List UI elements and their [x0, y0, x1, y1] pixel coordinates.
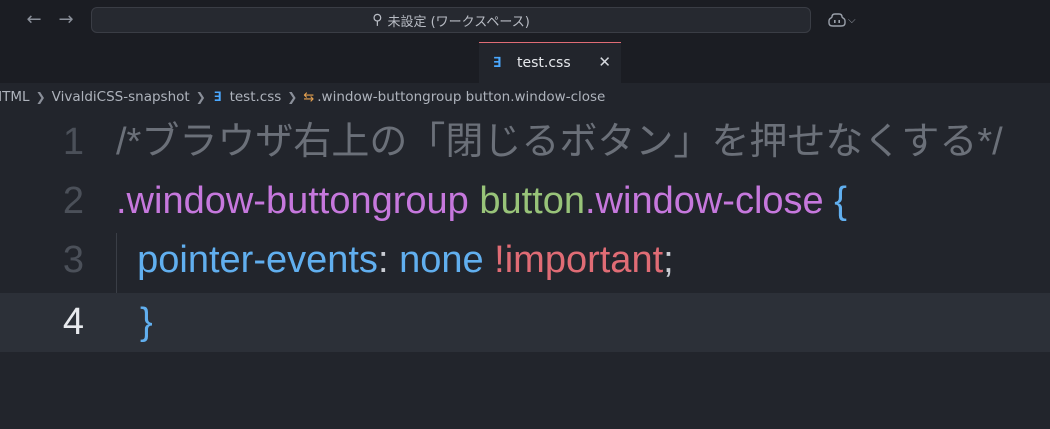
- breadcrumb-item-file[interactable]: test.css: [230, 89, 282, 105]
- code-line-1[interactable]: 1 /*ブラウザ右上の「閉じるボタン」を押せなくする*/: [0, 113, 1050, 172]
- breadcrumb-item-html[interactable]: HTML: [0, 89, 30, 105]
- code-line-4[interactable]: 4 }: [0, 293, 1050, 352]
- colon: :: [377, 239, 389, 281]
- code-text: /*ブラウザ右上の「閉じるボタン」を押せなくする*/: [116, 113, 1003, 172]
- css-class-selector: .window-buttongroup: [116, 180, 469, 222]
- chevron-right-icon: ❯: [195, 90, 206, 104]
- tab-bar: ∃ test.css ✕: [0, 42, 1050, 83]
- css-tag-selector: button: [479, 180, 585, 222]
- title-bar: ← → ⚲ 未設定 (ワークスペース) ⌵: [0, 0, 1050, 42]
- line-number: 1: [62, 121, 84, 163]
- chevron-right-icon: ❯: [287, 90, 298, 104]
- forward-arrow-icon[interactable]: →: [55, 9, 77, 31]
- semicolon: ;: [663, 239, 674, 281]
- breadcrumb: HTML ❯ VivaldiCSS-snapshot ❯ ∃ test.css …: [0, 85, 1042, 109]
- workspace-label: 未設定 (ワークスペース): [387, 14, 530, 30]
- css-value: none: [399, 239, 484, 281]
- search-icon: ⚲: [372, 12, 383, 28]
- breadcrumb-item-folder[interactable]: VivaldiCSS-snapshot: [52, 89, 190, 105]
- css-selector-icon: ⇆: [303, 89, 315, 105]
- css-property: pointer-events: [137, 239, 378, 281]
- css-class-selector: .window-close: [585, 180, 824, 222]
- line-number: 4: [62, 301, 84, 343]
- open-brace: {: [834, 180, 847, 222]
- code-line-3[interactable]: 3 pointer-events: none !important;: [0, 231, 1050, 290]
- copilot-icon: [828, 13, 846, 27]
- code-editor[interactable]: 1 /*ブラウザ右上の「閉じるボタン」を押せなくする*/ 2 .window-b…: [0, 111, 1050, 429]
- chevron-down-icon: ⌵: [848, 14, 856, 26]
- chevron-right-icon: ❯: [35, 90, 46, 104]
- important-keyword: !important: [494, 239, 664, 281]
- code-line-2[interactable]: 2 .window-buttongroup button.window-clos…: [0, 172, 1050, 231]
- close-icon[interactable]: ✕: [598, 53, 611, 71]
- back-arrow-icon[interactable]: ←: [23, 9, 45, 31]
- command-center-search[interactable]: ⚲ 未設定 (ワークスペース): [91, 7, 811, 33]
- css-file-icon: ∃: [493, 55, 502, 71]
- copilot-button[interactable]: ⌵: [828, 10, 856, 30]
- tab-test-css[interactable]: ∃ test.css ✕: [479, 42, 621, 83]
- tab-label: test.css: [517, 55, 571, 71]
- code-text: .window-buttongroup button.window-close …: [116, 172, 847, 231]
- line-number: 3: [62, 239, 84, 281]
- line-number: 2: [62, 180, 84, 222]
- code-text: }: [140, 293, 153, 352]
- css-comment: /*ブラウザ右上の「閉じるボタン」を押せなくする*/: [116, 121, 1003, 163]
- code-text: pointer-events: none !important;: [116, 231, 674, 290]
- breadcrumb-item-selector[interactable]: .window-buttongroup button.window-close: [317, 89, 605, 105]
- css-file-icon: ∃: [213, 89, 222, 105]
- close-brace: }: [140, 301, 153, 343]
